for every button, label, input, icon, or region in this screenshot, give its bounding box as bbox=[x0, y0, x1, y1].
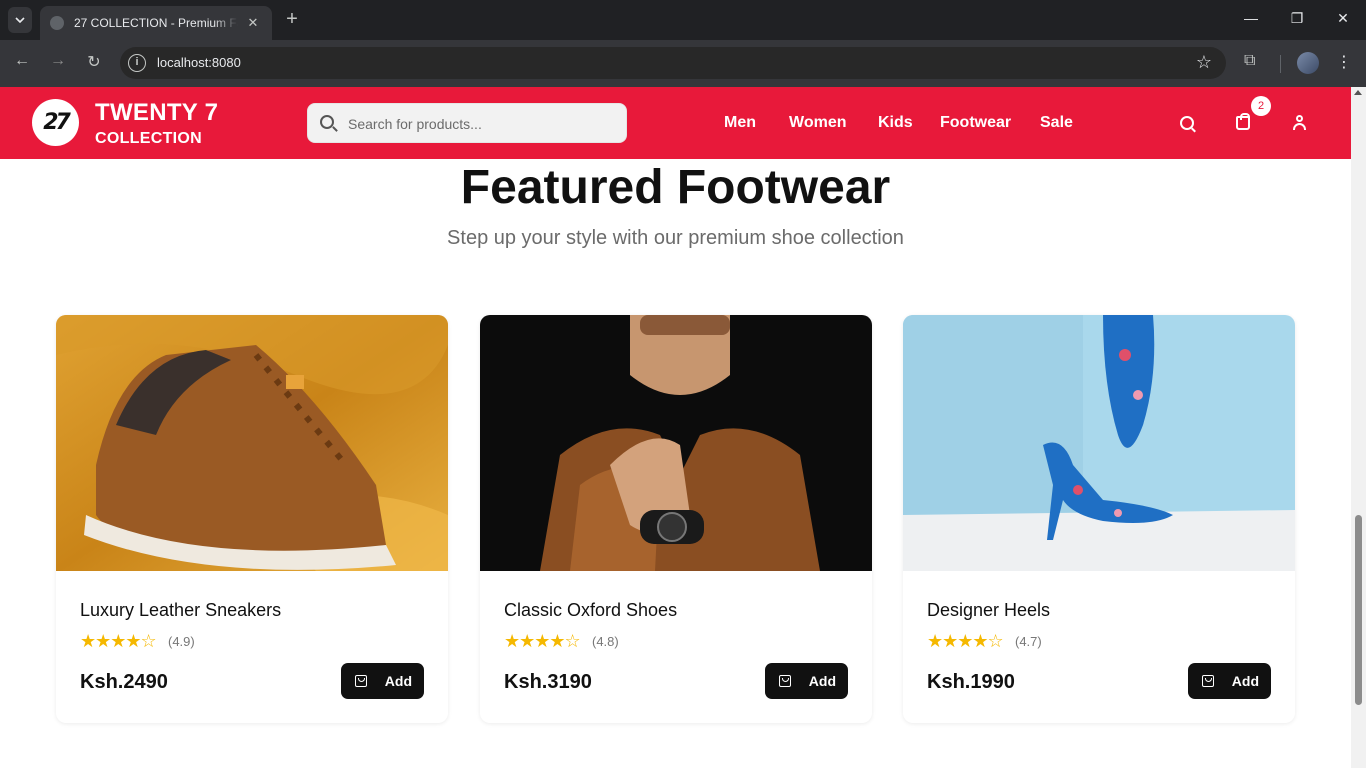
site-header: 27 TWENTY 7 COLLECTION Men Women Kids Fo… bbox=[0, 87, 1351, 159]
product-image-heels[interactable] bbox=[903, 315, 1295, 571]
stars-filled-icon: ★★★★ bbox=[927, 631, 989, 652]
product-name[interactable]: Designer Heels bbox=[927, 600, 1050, 621]
browser-toolbar: ← → ↻ i localhost:8080 ☆ ⧉ ⋮ bbox=[0, 40, 1366, 87]
nav-link-sale[interactable]: Sale bbox=[1040, 114, 1073, 132]
add-button-label: Add bbox=[808, 673, 836, 689]
add-to-cart-button[interactable]: Add bbox=[341, 663, 424, 699]
tab-search-button[interactable] bbox=[8, 7, 32, 33]
stars-filled-icon: ★★★★ bbox=[80, 631, 142, 652]
minimize-button[interactable]: — bbox=[1241, 10, 1261, 26]
star-empty-icon: ☆ bbox=[140, 631, 157, 652]
scrollbar-thumb[interactable] bbox=[1355, 515, 1362, 705]
add-button-label: Add bbox=[384, 673, 412, 689]
nav-link-men[interactable]: Men bbox=[724, 114, 756, 132]
star-empty-icon: ☆ bbox=[987, 631, 1004, 652]
stars-filled-icon: ★★★★ bbox=[504, 631, 566, 652]
star-rating: ★★★★☆ bbox=[927, 631, 1004, 652]
section-title: Featured Footwear bbox=[460, 161, 891, 214]
product-image-oxford[interactable] bbox=[480, 315, 872, 571]
product-name[interactable]: Luxury Leather Sneakers bbox=[80, 600, 281, 621]
rating-value: (4.8) bbox=[592, 634, 619, 649]
back-button[interactable]: ← bbox=[10, 52, 34, 70]
cart-count-badge: 2 bbox=[1251, 96, 1271, 116]
restore-button[interactable]: ❐ bbox=[1287, 10, 1307, 27]
search-icon[interactable] bbox=[1180, 116, 1194, 130]
rating-value: (4.9) bbox=[168, 634, 195, 649]
scroll-up-icon[interactable] bbox=[1354, 90, 1362, 95]
profile-avatar[interactable] bbox=[1297, 52, 1319, 74]
globe-icon bbox=[50, 16, 64, 30]
forward-button[interactable]: → bbox=[46, 52, 70, 70]
new-tab-button[interactable]: + bbox=[282, 8, 302, 31]
product-card[interactable]: Luxury Leather Sneakers ★★★★☆ (4.9) Ksh.… bbox=[56, 315, 448, 723]
product-card[interactable]: Designer Heels ★★★★☆ (4.7) Ksh.1990 Add bbox=[903, 315, 1295, 723]
shopping-bag-icon bbox=[1202, 675, 1214, 687]
browser-tab-active[interactable]: 27 COLLECTION - Premium Fashion ✕ bbox=[40, 6, 272, 40]
product-price: Ksh.2490 bbox=[80, 671, 168, 693]
search-input[interactable] bbox=[348, 112, 618, 136]
brand-logo[interactable]: 27 bbox=[32, 99, 79, 146]
browser-menu-icon[interactable]: ⋮ bbox=[1336, 52, 1352, 72]
shopping-bag-icon bbox=[779, 675, 791, 687]
add-to-cart-button[interactable]: Add bbox=[765, 663, 848, 699]
toolbar-divider bbox=[1280, 55, 1281, 73]
logo-mark: 27 bbox=[43, 110, 71, 135]
tab-title: 27 COLLECTION - Premium Fashion bbox=[74, 16, 238, 30]
rating-value: (4.7) bbox=[1015, 634, 1042, 649]
extensions-icon[interactable]: ⧉ bbox=[1244, 52, 1255, 70]
star-rating: ★★★★☆ bbox=[504, 631, 581, 652]
star-rating: ★★★★☆ bbox=[80, 631, 157, 652]
product-price: Ksh.3190 bbox=[504, 671, 592, 693]
address-bar[interactable]: i localhost:8080 ☆ bbox=[120, 47, 1226, 79]
nav-link-women[interactable]: Women bbox=[789, 114, 846, 132]
search-box bbox=[307, 103, 627, 143]
add-button-label: Add bbox=[1231, 673, 1259, 689]
section-subtitle: Step up your style with our premium shoe… bbox=[447, 227, 904, 249]
search-icon bbox=[320, 115, 334, 129]
shopping-bag-icon[interactable] bbox=[1236, 113, 1250, 130]
product-name[interactable]: Classic Oxford Shoes bbox=[504, 600, 677, 621]
product-price: Ksh.1990 bbox=[927, 671, 1015, 693]
product-image-sneaker[interactable] bbox=[56, 315, 448, 571]
bookmark-star-icon[interactable]: ☆ bbox=[1196, 52, 1212, 73]
browser-tabstrip: 27 COLLECTION - Premium Fashion ✕ + — ❐ … bbox=[0, 0, 1366, 40]
close-window-button[interactable]: ✕ bbox=[1333, 10, 1353, 27]
reload-button[interactable]: ↻ bbox=[82, 52, 106, 72]
brand-name[interactable]: TWENTY 7 bbox=[95, 99, 218, 127]
user-icon[interactable] bbox=[1293, 115, 1306, 130]
nav-link-footwear[interactable]: Footwear bbox=[940, 114, 1011, 132]
product-card[interactable]: Classic Oxford Shoes ★★★★☆ (4.8) Ksh.319… bbox=[480, 315, 872, 723]
nav-link-kids[interactable]: Kids bbox=[878, 114, 913, 132]
chevron-down-icon bbox=[15, 17, 25, 23]
site-info-icon[interactable]: i bbox=[128, 54, 146, 72]
star-empty-icon: ☆ bbox=[564, 631, 581, 652]
url-text[interactable]: localhost:8080 bbox=[157, 55, 241, 70]
page-scrollbar[interactable] bbox=[1351, 87, 1366, 768]
close-tab-icon[interactable]: ✕ bbox=[244, 15, 262, 31]
shopping-bag-icon bbox=[355, 675, 367, 687]
brand-tagline[interactable]: COLLECTION bbox=[95, 130, 202, 148]
add-to-cart-button[interactable]: Add bbox=[1188, 663, 1271, 699]
